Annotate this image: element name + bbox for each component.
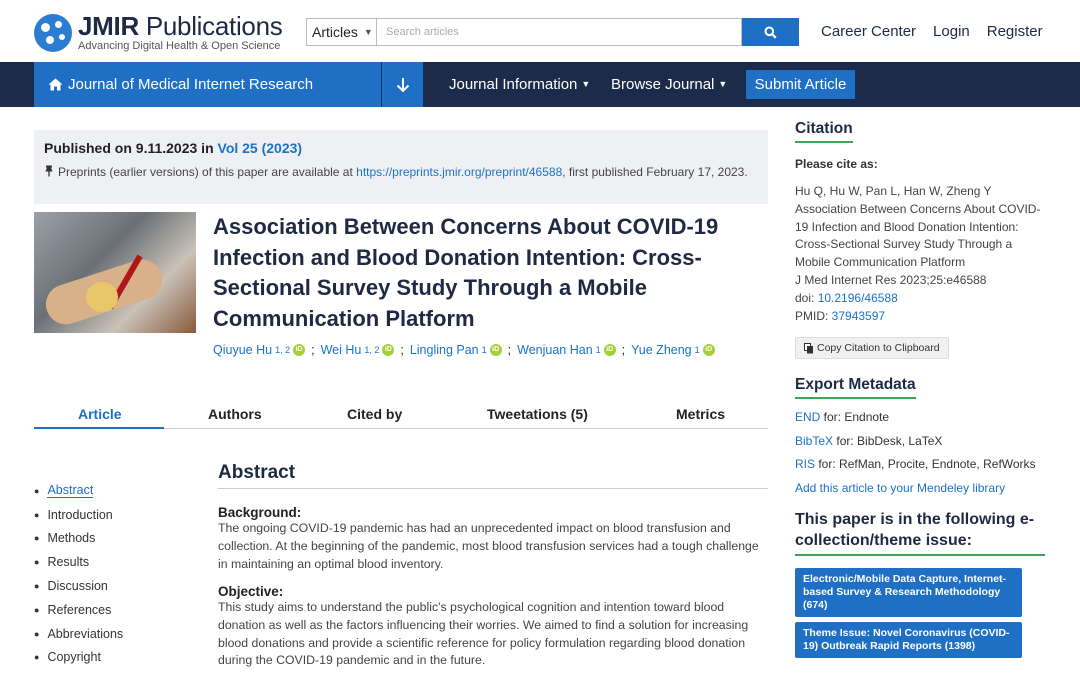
tab-tweetations[interactable]: Tweetations (5) [487,406,588,422]
author-link[interactable]: Yue Zheng 1 iD [631,343,715,357]
export-metadata-heading: Export Metadata [795,376,916,400]
author-list: Qiuyue Hu 1, 2 iD; Wei Hu 1, 2 iD; Lingling … [213,343,721,357]
author-link[interactable]: Wenjuan Han 1 iD [517,343,616,357]
login-link[interactable]: Login [933,23,970,40]
published-date: Published on 9.11.2023 in Vol 25 (2023) [44,140,303,156]
caret-down-icon: ▼ [718,79,728,89]
account-links: Career Center Login Register [821,23,1043,40]
export-bibtex: BibTeX for: BibDesk, LaTeX [795,433,943,448]
search-icon [764,26,777,39]
citation-heading: Citation [795,120,853,143]
search-scope-select[interactable]: Articles ▼ [306,18,376,46]
journal-home-link[interactable]: Journal of Medical Internet Research [34,62,381,107]
register-link[interactable]: Register [987,23,1043,40]
toc-item-abstract[interactable]: ● Abstract [34,479,123,503]
preprint-link[interactable]: https://preprints.jmir.org/preprint/4658… [356,165,562,179]
active-tab-indicator [34,427,164,429]
toc-item-results[interactable]: ● Results [34,550,123,574]
main-nav: Journal of Medical Internet Research Jou… [0,62,1080,107]
pushpin-icon [44,165,54,181]
tab-metrics[interactable]: Metrics [676,406,725,422]
publication-info: Published on 9.11.2023 in Vol 25 (2023) … [34,130,768,204]
export-end-link[interactable]: END [795,410,820,424]
tab-authors[interactable]: Authors [208,406,262,422]
toc-item-copyright[interactable]: ● Copyright [34,646,123,670]
orcid-icon[interactable]: iD [489,344,502,356]
ecollection-heading: This paper is in the following e-collect… [795,509,1045,557]
copy-citation-button[interactable]: Copy Citation to Clipboard [795,337,949,360]
search-input[interactable]: Search articles [376,18,742,46]
caret-down-icon: ▼ [581,79,591,89]
mendeley-link[interactable]: Add this article to your Mendeley librar… [795,481,1005,495]
journal-menu-toggle[interactable] [382,62,423,107]
arrow-down-icon [396,77,409,92]
objective-heading: Objective: [218,583,284,599]
toc-item-methods[interactable]: ● Methods [34,527,123,551]
objective-text: This study aims to understand the public… [218,599,749,668]
abstract-heading: Abstract [218,462,768,489]
home-icon [48,78,63,91]
citation-text: Hu Q, Hu W, Pan L, Han W, Zheng Y Associ… [795,184,1041,323]
orcid-icon[interactable]: iD [702,344,715,356]
tab-article[interactable]: Article [78,406,122,422]
copy-icon [804,342,813,354]
export-ris: RIS for: RefMan, Procite, Endnote, RefWo… [795,457,1036,472]
orcid-icon[interactable]: iD [293,344,306,356]
toc-item-discussion[interactable]: ● Discussion [34,574,123,598]
pmid-link[interactable]: 37943597 [832,309,885,323]
export-bibtex-link[interactable]: BibTeX [795,434,833,448]
volume-link[interactable]: Vol 25 (2023) [218,140,303,156]
ecollection-item[interactable]: Theme Issue: Novel Coronavirus (COVID-19… [795,622,1022,659]
logo-title: JMIR Publications [78,11,283,41]
toc-item-introduction[interactable]: ● Introduction [34,503,123,527]
preprint-note: Preprints (earlier versions) of this pap… [44,165,758,181]
submit-article-button[interactable]: Submit Article [746,70,855,99]
tab-cited-by[interactable]: Cited by [347,406,402,422]
article-thumbnail [34,212,196,333]
orcid-icon[interactable]: iD [603,344,616,356]
search-bar: Articles ▼ Search articles [306,18,799,46]
ecollection-item[interactable]: Electronic/Mobile Data Capture, Internet… [795,568,1022,618]
cite-as-label: Please cite as: [795,157,878,171]
journal-information-menu[interactable]: Journal Information ▼ [449,76,590,93]
toc-item-abbreviations[interactable]: ● Abbreviations [34,622,123,646]
article-tabs: Article Authors Cited by Tweetations (5)… [34,398,768,429]
abstract-section: Abstract Background: The ongoing COVID-1… [218,462,768,670]
site-header: JMIR Publications Advancing Digital Heal… [0,0,1080,62]
article-title: Association Between Concerns About COVID… [213,214,719,331]
logo-network-icon [34,13,72,52]
background-heading: Background: [218,505,302,520]
table-of-contents: ● Abstract ● Introduction ● Methods ● Result… [34,479,123,669]
search-button[interactable] [742,18,799,46]
career-center-link[interactable]: Career Center [821,23,916,40]
export-endnote: END for: Endnote [795,410,890,425]
chevron-down-icon: ▼ [363,27,373,37]
author-link[interactable]: Qiuyue Hu 1, 2 iD [213,343,306,357]
background-text: The ongoing COVID-19 pandemic has had an… [218,521,759,571]
toc-item-references[interactable]: ● References [34,598,123,622]
doi-link[interactable]: 10.2196/46588 [818,291,898,305]
export-ris-link[interactable]: RIS [795,457,815,471]
orcid-icon[interactable]: iD [382,344,395,356]
right-sidebar: Citation Please cite as: Hu Q, Hu W, Pan… [795,120,1045,659]
browse-journal-menu[interactable]: Browse Journal ▼ [611,76,727,93]
jmir-logo[interactable]: JMIR Publications Advancing Digital Heal… [34,11,283,52]
author-link[interactable]: Lingling Pan 1 iD [410,343,502,357]
logo-tagline: Advancing Digital Health & Open Science [78,40,281,52]
author-link[interactable]: Wei Hu 1, 2 iD [321,343,395,357]
